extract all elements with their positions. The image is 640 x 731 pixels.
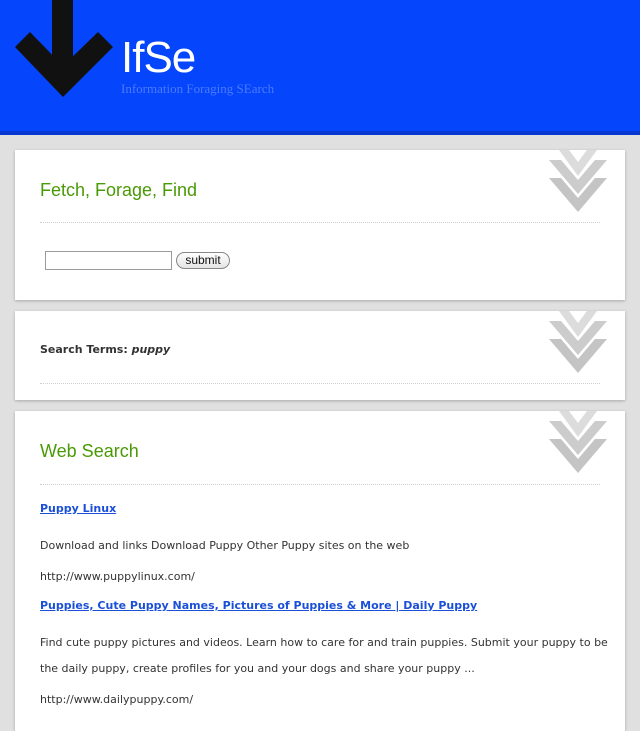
double-chevron-down-icon	[549, 311, 607, 373]
divider	[40, 383, 600, 384]
site-title[interactable]: IfSe	[121, 32, 196, 84]
site-subtitle: Information Foraging SEarch	[121, 81, 275, 96]
search-terms-panel: Search Terms: puppy	[15, 311, 625, 400]
double-chevron-down-icon	[549, 411, 607, 473]
result-description: Find cute puppy pictures and videos. Lea…	[40, 636, 608, 675]
result-description: Download and links Download Puppy Other …	[40, 539, 410, 552]
search-input[interactable]	[45, 251, 172, 270]
search-terms-label: Search Terms:	[40, 343, 128, 356]
search-terms-query: puppy	[131, 343, 171, 356]
divider	[40, 484, 600, 485]
web-search-heading: Web Search	[40, 441, 139, 461]
site-header: IfSe Information Foraging SEarch	[0, 0, 640, 135]
double-chevron-down-icon	[549, 150, 607, 212]
web-search-panel: Web Search Puppy Linux Download and link…	[15, 411, 625, 731]
search-heading: Fetch, Forage, Find	[40, 180, 198, 200]
submit-button[interactable]: submit	[176, 252, 230, 269]
search-terms: Search Terms: puppy	[40, 343, 170, 356]
result-title-link[interactable]: Puppies, Cute Puppy Names, Pictures of P…	[40, 599, 477, 612]
result-url: http://www.puppylinux.com/	[40, 570, 195, 583]
divider	[40, 222, 600, 223]
search-panel: Fetch, Forage, Find submit	[15, 150, 625, 300]
result-url: http://www.dailypuppy.com/	[40, 693, 194, 706]
down-arrow-logo-icon	[15, 0, 113, 97]
result-title-link[interactable]: Puppy Linux	[40, 502, 116, 515]
